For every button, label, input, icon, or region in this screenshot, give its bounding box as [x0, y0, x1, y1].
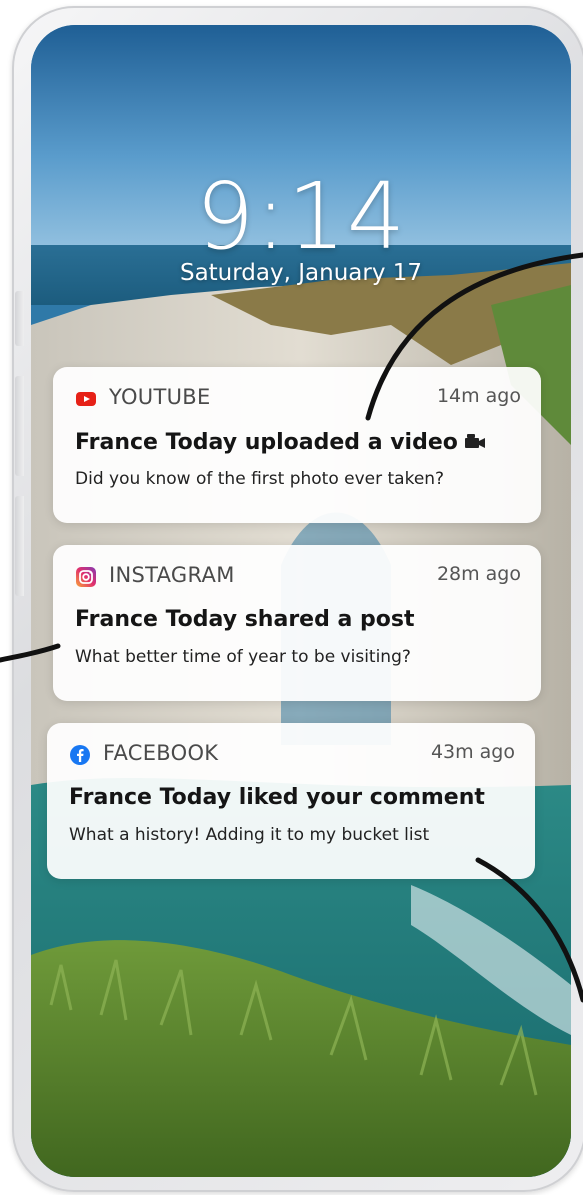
- notification-header: FACEBOOK 43m ago: [69, 741, 515, 769]
- notification-title: France Today liked your comment: [69, 785, 485, 810]
- camera-icon: [464, 429, 486, 448]
- mute-switch: [15, 291, 24, 346]
- notification-title: France Today shared a post: [75, 607, 415, 632]
- notification-youtube[interactable]: YOUTUBE 14m ago France Today uploaded a …: [53, 367, 541, 523]
- instagram-icon: [76, 567, 96, 587]
- notification-facebook[interactable]: FACEBOOK 43m ago France Today liked your…: [47, 723, 535, 879]
- notification-body: What a history! Adding it to my bucket l…: [69, 825, 430, 845]
- notification-header: INSTAGRAM 28m ago: [75, 563, 521, 591]
- app-name: YOUTUBE: [109, 385, 211, 409]
- notification-body: What better time of year to be visiting?: [75, 647, 411, 667]
- notification-header: YOUTUBE 14m ago: [75, 385, 521, 413]
- notification-time: 14m ago: [436, 385, 521, 407]
- youtube-icon: [76, 392, 96, 406]
- lock-date: Saturday, January 17: [179, 260, 423, 286]
- notification-title-text: France Today uploaded a video: [75, 430, 458, 455]
- lock-screen: 9:14 Saturday, January 17 YOUTUBE 14m ag…: [31, 25, 571, 1177]
- notification-instagram[interactable]: INSTAGRAM 28m ago France Today shared a …: [53, 545, 541, 701]
- volume-down-button: [15, 496, 24, 596]
- volume-up-button: [15, 376, 24, 476]
- notification-time: 28m ago: [436, 563, 521, 585]
- notification-body: Did you know of the first photo ever tak…: [75, 469, 445, 489]
- notification-title: France Today uploaded a video: [75, 429, 486, 455]
- notification-time: 43m ago: [430, 741, 515, 763]
- app-name: INSTAGRAM: [109, 563, 235, 587]
- app-name: FACEBOOK: [103, 741, 219, 765]
- facebook-icon: [70, 745, 90, 765]
- lock-clock: 9:14: [195, 163, 407, 270]
